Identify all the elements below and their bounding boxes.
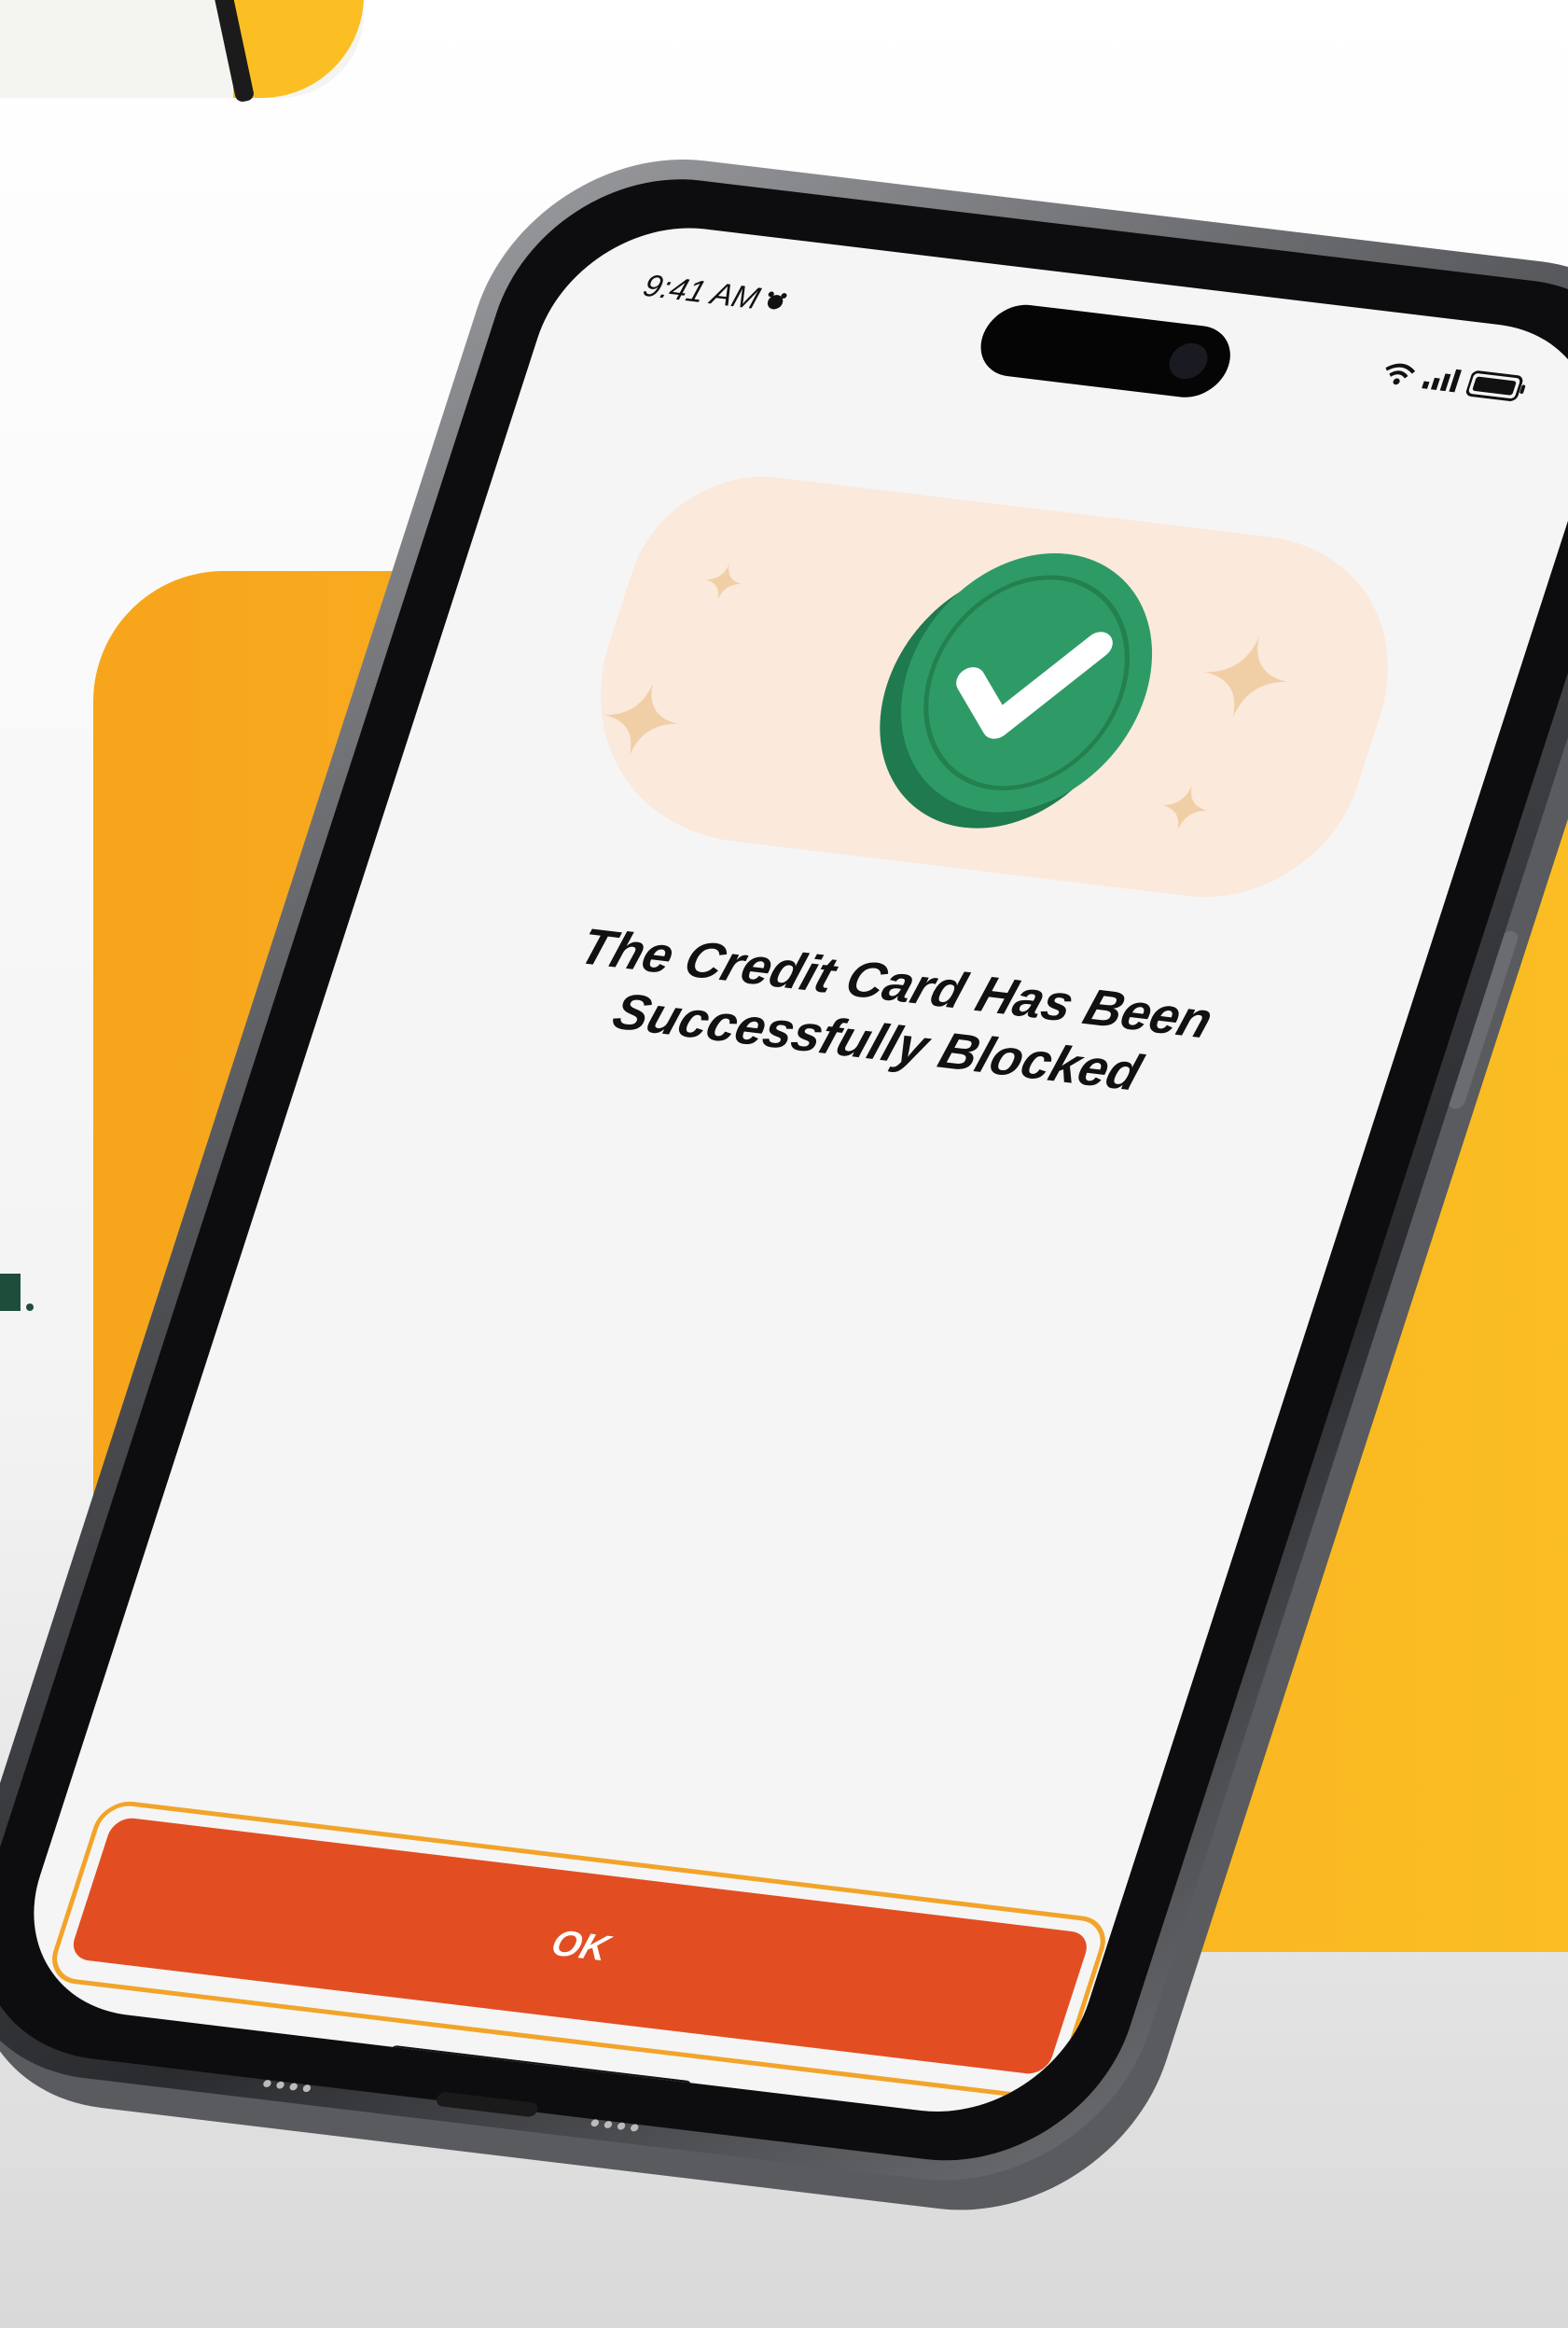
fragment-bar: [0, 1274, 21, 1311]
success-illustration: [547, 447, 1437, 929]
dynamic-island: [971, 300, 1241, 402]
wifi-icon: [1378, 361, 1418, 392]
success-message: The Credit Card Has Been Successfully Bl…: [458, 905, 1315, 1121]
status-bar-time: 9:41 AM: [639, 269, 792, 320]
background-yellow-shape: [233, 0, 364, 98]
marketing-canvas: 9:41 AM The Credit Card Has Been Success…: [0, 0, 1568, 2328]
alarm-icon: [760, 283, 791, 320]
battery-icon: [1464, 369, 1530, 408]
speaker-grill-right: ••••: [585, 2108, 648, 2144]
status-bar-icons: [1378, 359, 1530, 408]
front-camera: [1164, 341, 1213, 382]
cellular-signal-icon: [1418, 365, 1464, 398]
background-text-fragment: [0, 1274, 37, 1318]
fragment-dot: [26, 1303, 34, 1311]
status-time-label: 9:41 AM: [639, 268, 765, 316]
speaker-grill-left: ••••: [257, 2069, 320, 2105]
